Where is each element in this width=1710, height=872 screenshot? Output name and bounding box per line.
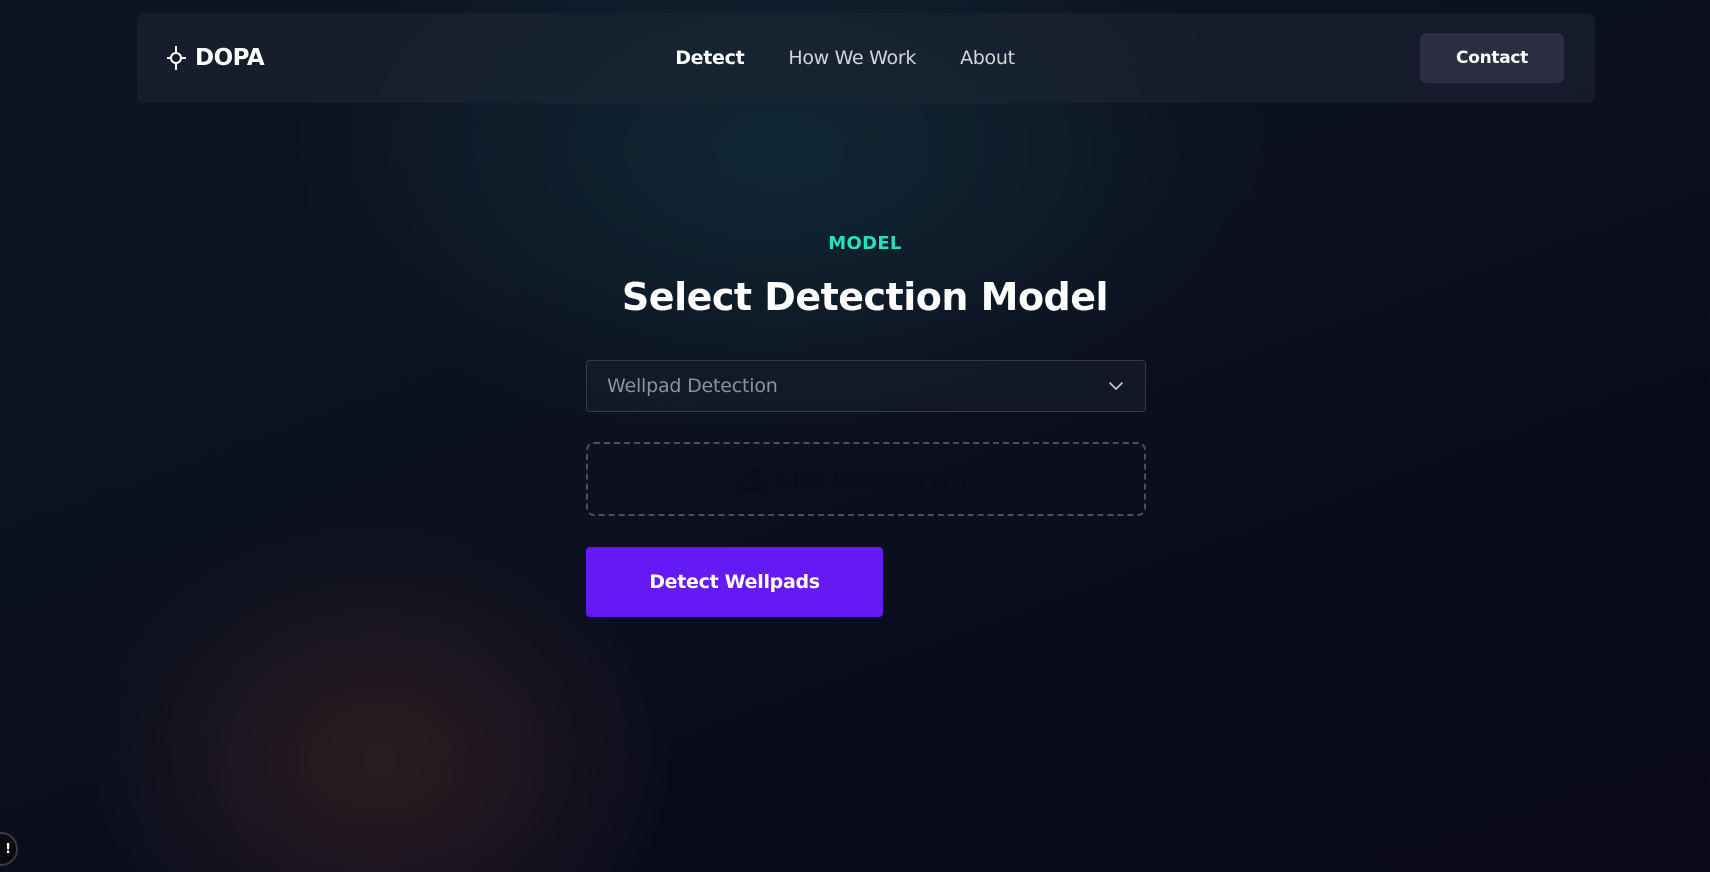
navbar: DOPA Detect How We Work About Contact — [137, 13, 1595, 103]
crosshair-logo-icon — [167, 46, 186, 70]
detect-wellpads-button[interactable]: Detect Wellpads — [586, 547, 883, 617]
corner-alert-badge[interactable]: ! — [0, 832, 18, 866]
page-title: Select Detection Model — [621, 275, 1109, 319]
nav-links: Detect How We Work About — [137, 13, 1595, 103]
model-select-value: Wellpad Detection — [607, 375, 778, 397]
upload-icon — [741, 466, 766, 492]
section-eyebrow: MODEL — [828, 233, 902, 254]
nav-link-detect[interactable]: Detect — [653, 47, 766, 69]
brand-logo[interactable]: DOPA — [165, 13, 265, 103]
contact-button[interactable]: Contact — [1420, 33, 1564, 83]
upload-label: Click to upload image — [779, 467, 993, 491]
chevron-down-icon — [1109, 382, 1123, 390]
model-select[interactable]: Wellpad Detection — [586, 360, 1146, 412]
brand-name: DOPA — [195, 45, 265, 71]
nav-link-how-we-work[interactable]: How We Work — [766, 47, 938, 69]
upload-dropzone[interactable]: Click to upload image — [586, 442, 1146, 516]
nav-link-about[interactable]: About — [938, 47, 1037, 69]
